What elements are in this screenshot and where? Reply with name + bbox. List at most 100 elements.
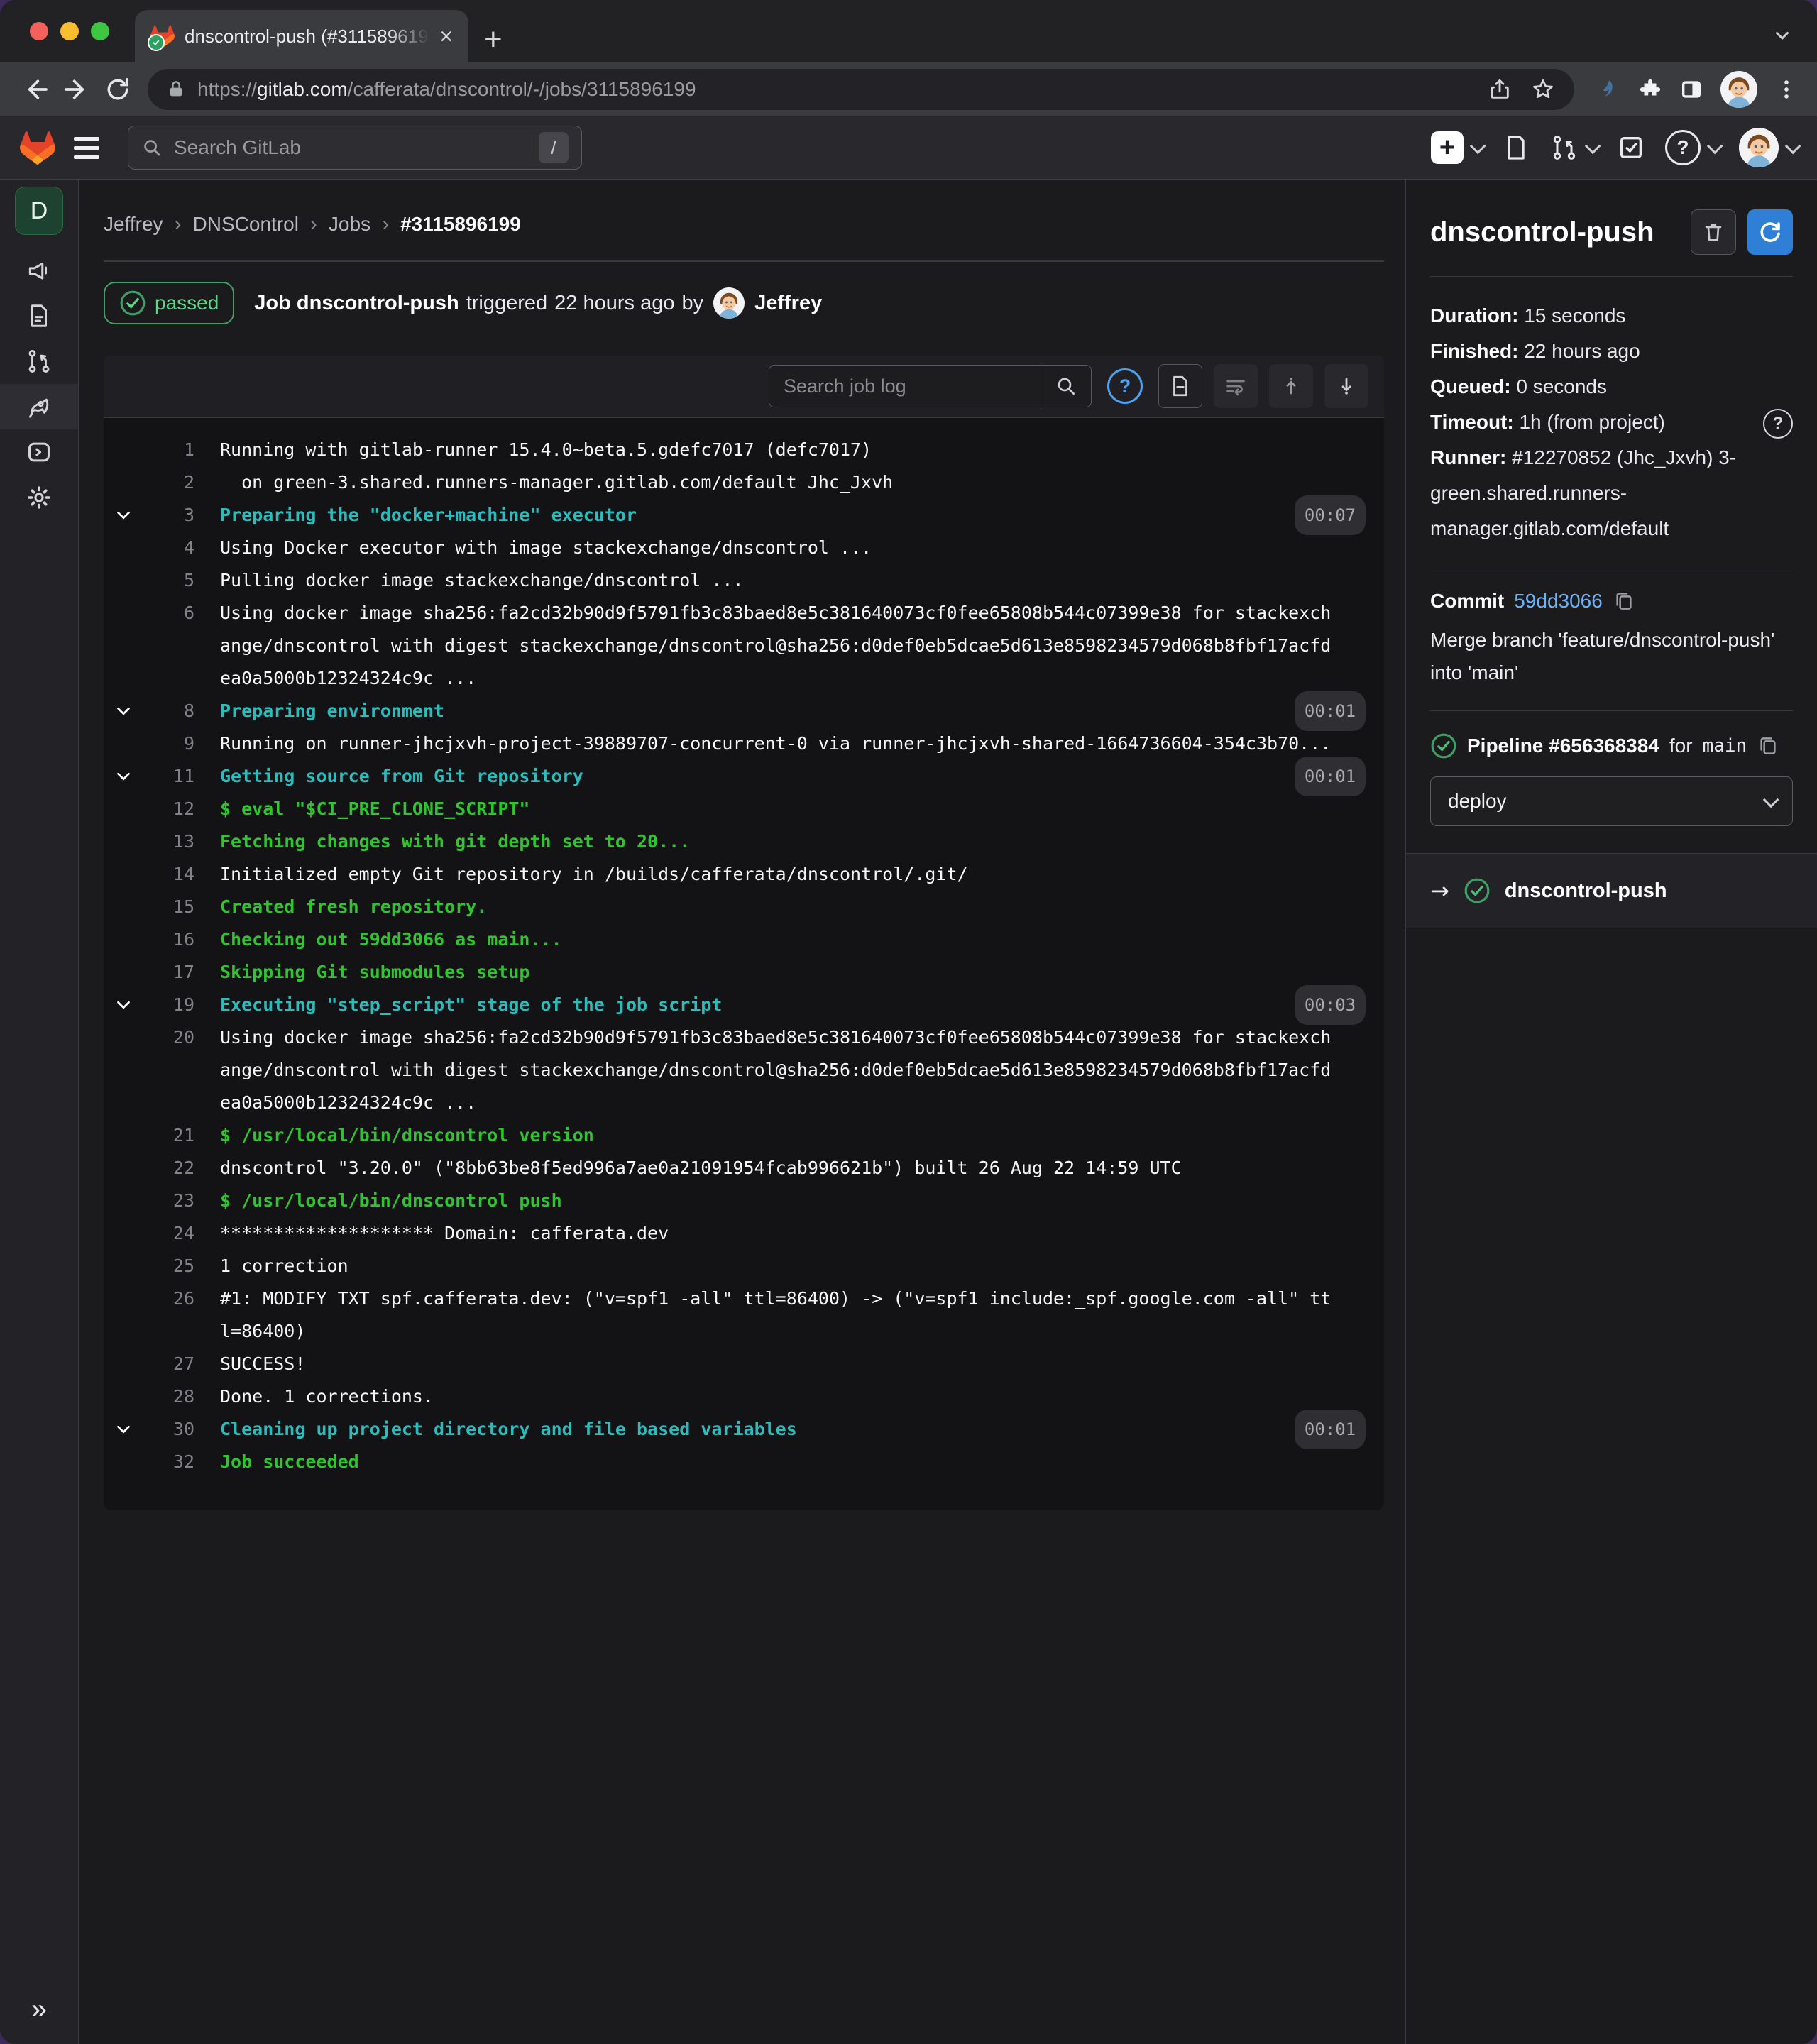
log-line-24: 24 ******************** Domain: cafferata… (104, 1217, 1384, 1250)
log-line-number[interactable]: 15 (148, 891, 194, 923)
job-details: Duration: 15 seconds Finished: 22 hours a… (1430, 298, 1793, 546)
collapse-section-chevron-icon[interactable] (115, 760, 148, 793)
tab-list-chevron-icon[interactable] (1772, 24, 1793, 45)
collapse-section-chevron-icon[interactable] (115, 695, 148, 727)
close-window-button[interactable] (30, 22, 48, 40)
breadcrumb-item[interactable]: DNSControl (193, 213, 299, 236)
log-line-number[interactable]: 4 (148, 532, 194, 564)
scroll-to-bottom-button[interactable] (1324, 364, 1368, 408)
timeout-help-icon[interactable]: ? (1763, 409, 1793, 439)
retry-job-button[interactable] (1747, 209, 1793, 255)
window-controls[interactable] (30, 22, 109, 40)
log-line-number[interactable]: 27 (148, 1348, 194, 1380)
erase-job-log-button[interactable] (1691, 209, 1736, 255)
side-panel-icon[interactable] (1679, 77, 1703, 101)
log-line-number[interactable]: 19 (148, 989, 194, 1021)
log-line-number[interactable]: 23 (148, 1185, 194, 1217)
log-line-number[interactable]: 25 (148, 1250, 194, 1282)
log-line-number[interactable]: 26 (148, 1282, 194, 1315)
back-button[interactable] (18, 72, 53, 106)
browser-menu-icon[interactable] (1774, 77, 1799, 101)
log-line-number[interactable]: 22 (148, 1152, 194, 1185)
pipeline-ref[interactable]: main (1703, 735, 1747, 757)
commit-sha-link[interactable]: 59dd3066 (1514, 590, 1603, 612)
search-icon[interactable] (1041, 366, 1091, 407)
collapse-section-chevron-icon[interactable] (115, 499, 148, 532)
pipeline-link[interactable]: Pipeline (1467, 735, 1543, 757)
sidebar-item-deployments[interactable] (0, 429, 78, 475)
breadcrumb-item[interactable]: #3115896199 (400, 213, 521, 236)
sidebar-item-merge-requests[interactable] (0, 339, 78, 384)
log-line-number[interactable]: 21 (148, 1119, 194, 1152)
current-job-arrow: → (1430, 877, 1449, 904)
stage-select[interactable]: deploy (1430, 776, 1793, 826)
log-line-number[interactable]: 11 (148, 760, 194, 793)
bookmark-star-icon[interactable] (1530, 77, 1556, 102)
help-menu[interactable]: ? (1665, 130, 1723, 165)
new-tab-button[interactable]: + (484, 24, 503, 55)
author-avatar[interactable] (713, 287, 745, 319)
sidebar-item-project-information[interactable] (0, 248, 78, 293)
log-line-number[interactable]: 3 (148, 499, 194, 532)
maximize-window-button[interactable] (91, 22, 109, 40)
sidebar-job-item[interactable]: → dnscontrol-push (1406, 853, 1817, 928)
browser-profile-avatar[interactable] (1720, 71, 1757, 108)
share-icon[interactable] (1488, 77, 1512, 101)
browser-tab[interactable]: dnscontrol-push (#311589619 × (135, 10, 468, 62)
gitlab-logo[interactable] (20, 131, 55, 165)
reload-button[interactable] (101, 72, 135, 106)
create-new-menu[interactable]: + (1431, 131, 1486, 164)
issues-icon[interactable] (1502, 133, 1530, 162)
wrap-lines-button[interactable] (1214, 364, 1258, 408)
extensions-puzzle-icon[interactable] (1638, 77, 1662, 101)
sidebar-item-repository[interactable] (0, 293, 78, 339)
log-line-number[interactable]: 14 (148, 858, 194, 891)
log-line-number[interactable]: 24 (148, 1217, 194, 1250)
menu-hamburger-icon[interactable] (74, 136, 99, 159)
merge-requests-menu[interactable] (1550, 133, 1601, 162)
chevron-down-icon (1706, 138, 1723, 155)
collapse-section-chevron-icon[interactable] (115, 1413, 148, 1446)
forward-button[interactable] (60, 72, 94, 106)
log-line-text: Using Docker executor with image stackex… (220, 537, 872, 558)
extension-icon-blue[interactable] (1597, 77, 1621, 101)
copy-commit-icon[interactable] (1613, 590, 1635, 612)
user-menu[interactable] (1739, 128, 1801, 167)
gitlab-search-box[interactable]: / (128, 126, 582, 170)
minimize-window-button[interactable] (60, 22, 79, 40)
log-line-number[interactable]: 30 (148, 1413, 194, 1446)
log-line-number[interactable]: 2 (148, 466, 194, 499)
commit-message[interactable]: Merge branch 'feature/dnscontrol-push' i… (1430, 624, 1793, 689)
todo-list-icon[interactable] (1617, 133, 1645, 162)
log-line-number[interactable]: 6 (148, 597, 194, 630)
log-line-number[interactable]: 17 (148, 956, 194, 989)
url-bar[interactable]: https://gitlab.com/cafferata/dnscontrol/… (148, 69, 1574, 110)
gitlab-search-input[interactable] (172, 136, 539, 160)
log-line-number[interactable]: 13 (148, 825, 194, 858)
log-line-number[interactable]: 32 (148, 1446, 194, 1478)
log-line-number[interactable]: 8 (148, 695, 194, 727)
log-line-number[interactable]: 16 (148, 923, 194, 956)
log-line-number[interactable]: 12 (148, 793, 194, 825)
log-line-number[interactable]: 5 (148, 564, 194, 597)
copy-ref-icon[interactable] (1757, 735, 1779, 757)
show-raw-log-button[interactable] (1158, 364, 1202, 408)
sidebar-expand-icon[interactable]: » (31, 1994, 47, 2026)
job-log-search-input[interactable] (769, 366, 1041, 407)
breadcrumb-item[interactable]: Jeffrey (104, 213, 163, 236)
log-search-help-icon[interactable]: ? (1107, 368, 1143, 404)
scroll-to-top-button[interactable] (1269, 364, 1313, 408)
breadcrumb-item[interactable]: Jobs (329, 213, 370, 236)
collapse-section-chevron-icon[interactable] (115, 989, 148, 1021)
log-line-21: 21 $ /usr/local/bin/dnscontrol version (104, 1119, 1384, 1152)
tab-close-icon[interactable]: × (439, 25, 453, 48)
log-line-number[interactable]: 20 (148, 1021, 194, 1054)
log-line-number[interactable]: 28 (148, 1380, 194, 1413)
project-avatar[interactable]: D (15, 187, 63, 235)
job-log-search[interactable] (769, 365, 1092, 407)
status-badge[interactable]: passed (104, 282, 235, 324)
log-line-number[interactable]: 9 (148, 727, 194, 760)
log-line-number[interactable]: 1 (148, 434, 194, 466)
sidebar-item-cicd[interactable] (0, 384, 78, 429)
sidebar-item-settings[interactable] (0, 475, 78, 520)
